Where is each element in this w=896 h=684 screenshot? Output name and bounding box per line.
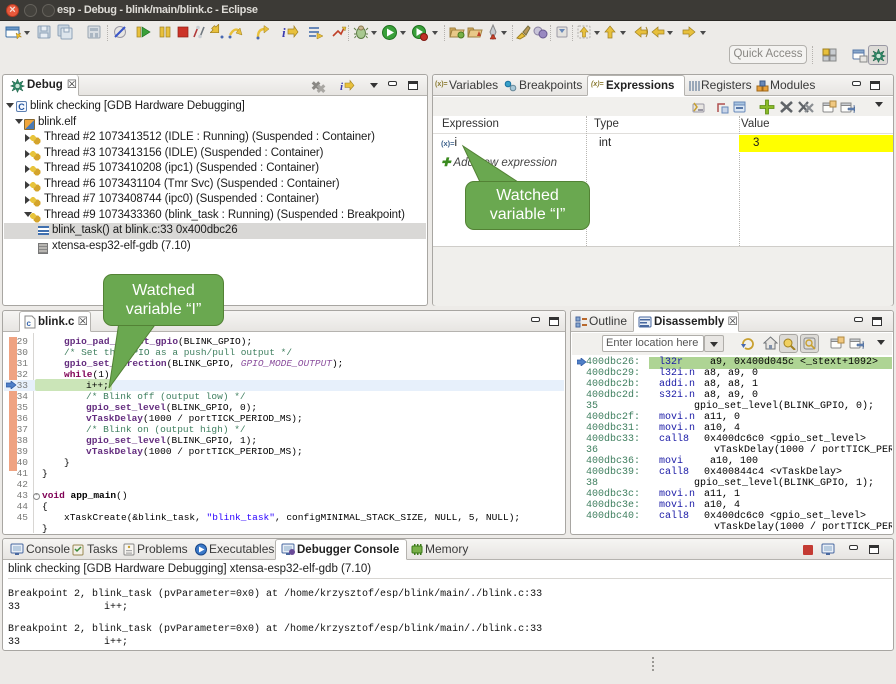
- svg-text:c: c: [27, 319, 32, 328]
- svg-text:✖: ✖: [316, 82, 326, 93]
- svg-text:i: i: [282, 25, 286, 40]
- svg-text:i: i: [340, 81, 344, 93]
